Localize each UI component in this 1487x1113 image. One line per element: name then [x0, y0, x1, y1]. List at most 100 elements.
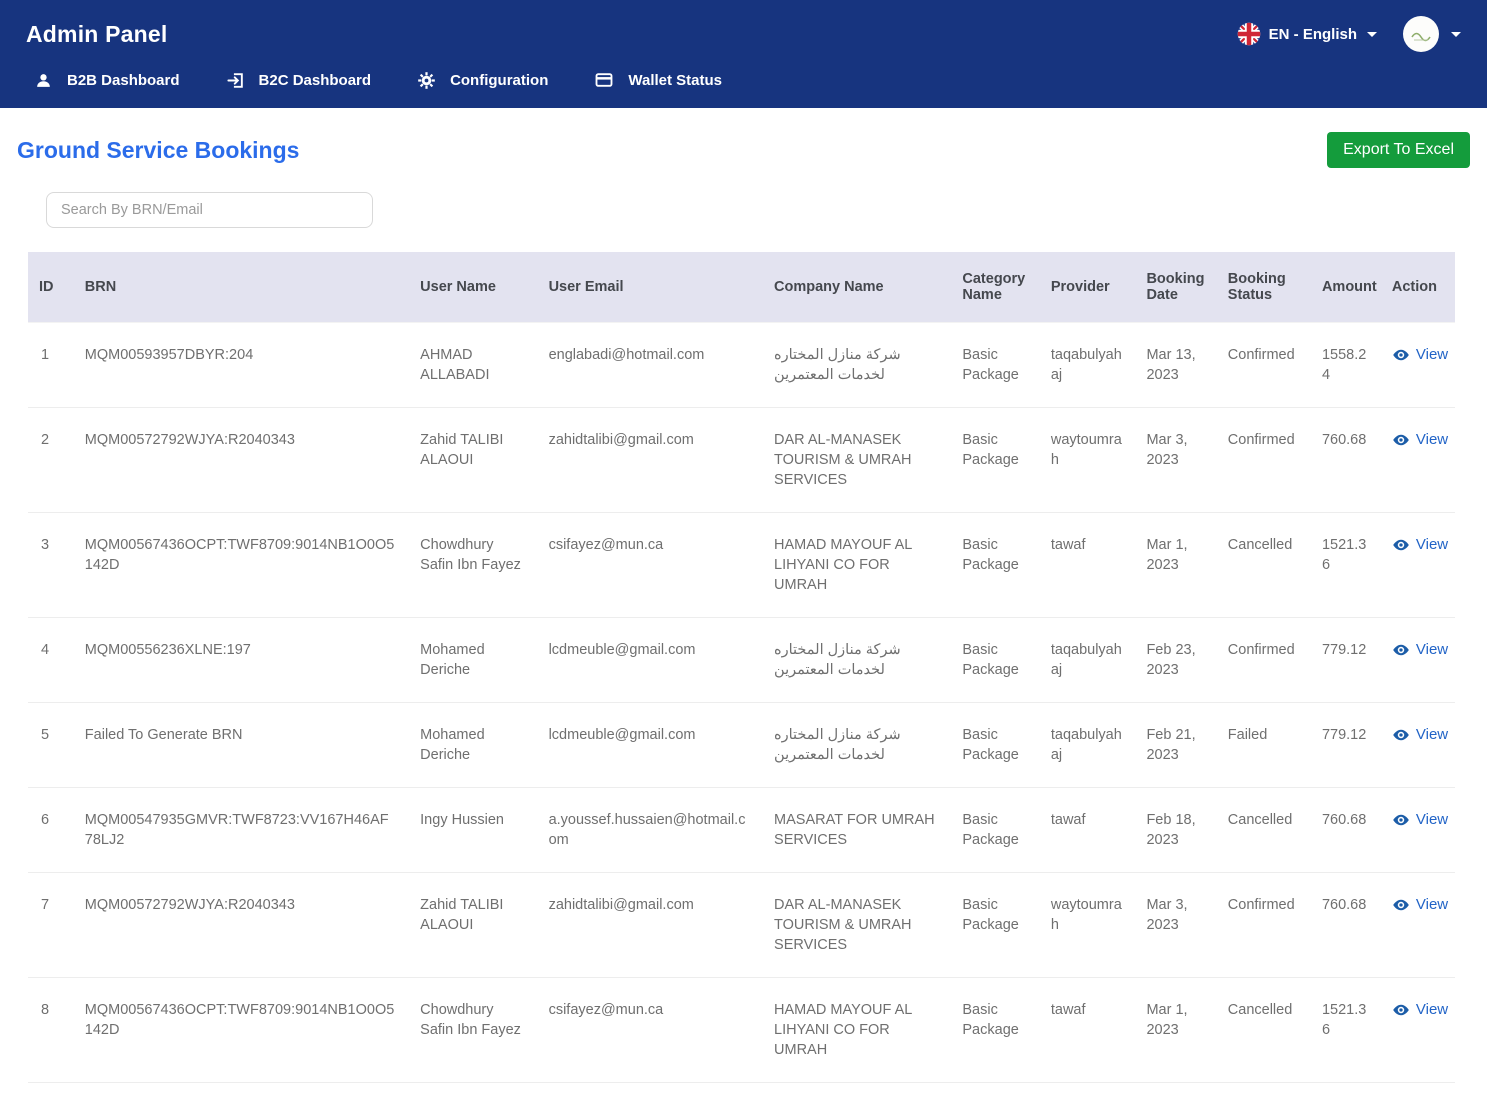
- column-header-category_name: Category Name: [948, 252, 1036, 322]
- column-header-booking_date: Booking Date: [1132, 252, 1213, 322]
- nav-item-b2c-dashboard[interactable]: B2C Dashboard: [226, 71, 372, 90]
- cell-provider: tawaf: [1037, 787, 1133, 872]
- cell-company_name: شركة منازل المختاره لخدمات المعتمرين: [760, 617, 948, 702]
- cell-brn: Failed To Generate BRN: [71, 702, 406, 787]
- cell-amount: 760.68: [1308, 872, 1378, 977]
- export-to-excel-button[interactable]: Export To Excel: [1327, 132, 1470, 168]
- view-button[interactable]: View: [1392, 535, 1448, 556]
- column-header-brn: BRN: [71, 252, 406, 322]
- table-row: 2MQM00572792WJYA:R2040343Zahid TALIBI AL…: [28, 407, 1455, 512]
- cell-brn: MQM00572792WJYA:R2040343: [71, 872, 406, 977]
- nav-item-configuration[interactable]: Configuration: [417, 71, 548, 90]
- table-row: 5Failed To Generate BRNMohamed Derichelc…: [28, 702, 1455, 787]
- view-label: View: [1416, 895, 1448, 916]
- cell-booking_status: Cancelled: [1214, 512, 1308, 617]
- gear-icon: [417, 71, 436, 90]
- cell-id: 7: [28, 872, 71, 977]
- view-button[interactable]: View: [1392, 345, 1448, 366]
- cell-provider: waytoumrah: [1037, 407, 1133, 512]
- cell-user_email: lcdmeuble@gmail.com: [535, 702, 760, 787]
- cell-brn: MQM00572792WJYA:R2040343: [71, 407, 406, 512]
- eye-icon: [1392, 536, 1410, 554]
- nav-label: Configuration: [450, 72, 548, 89]
- column-header-id: ID: [28, 252, 71, 322]
- cell-id: 8: [28, 977, 71, 1082]
- cell-action: View: [1378, 872, 1455, 977]
- view-button[interactable]: View: [1392, 1000, 1448, 1021]
- person-icon: [34, 71, 53, 90]
- cell-provider: waytoumrah: [1037, 872, 1133, 977]
- cell-action: View: [1378, 512, 1455, 617]
- cell-company_name: شركة منازل المختاره لخدمات المعتمرين: [760, 322, 948, 407]
- page-title: Ground Service Bookings: [17, 137, 299, 164]
- view-button[interactable]: View: [1392, 810, 1448, 831]
- view-label: View: [1416, 430, 1448, 451]
- nav-item-wallet-status[interactable]: Wallet Status: [594, 70, 722, 90]
- cell-booking_date: Mar 1, 2023: [1132, 977, 1213, 1082]
- view-button[interactable]: View: [1392, 895, 1448, 916]
- cell-user_name: Zahid TALIBI ALAOUI: [406, 407, 534, 512]
- cell-company_name: HAMAD MAYOUF AL LIHYANI CO FOR UMRAH: [760, 977, 948, 1082]
- column-header-provider: Provider: [1037, 252, 1133, 322]
- cell-id: 5: [28, 702, 71, 787]
- cell-user_email: lcdmeuble@gmail.com: [535, 617, 760, 702]
- cell-id: 6: [28, 787, 71, 872]
- view-button[interactable]: View: [1392, 725, 1448, 746]
- cell-user_email: csifayez@mun.ca: [535, 512, 760, 617]
- cell-booking_status: Confirmed: [1214, 617, 1308, 702]
- table-row: 6MQM00547935GMVR:TWF8723:VV167H46AF78LJ2…: [28, 787, 1455, 872]
- cell-action: View: [1378, 977, 1455, 1082]
- cell-booking_date: Feb 21, 2023: [1132, 702, 1213, 787]
- column-header-action: Action: [1378, 252, 1455, 322]
- nav-label: B2C Dashboard: [259, 72, 372, 89]
- cell-action: View: [1378, 702, 1455, 787]
- cell-category_name: Basic Package: [948, 512, 1036, 617]
- user-menu[interactable]: [1403, 16, 1461, 52]
- cell-user_name: Mohamed Deriche: [406, 617, 534, 702]
- cell-company_name: HAMAD MAYOUF AL LIHYANI CO FOR UMRAH: [760, 512, 948, 617]
- cell-company_name: DAR AL-MANASEK TOURISM & UMRAH SERVICES: [760, 872, 948, 977]
- nav-label: B2B Dashboard: [67, 72, 180, 89]
- table-header-row: IDBRNUser NameUser EmailCompany NameCate…: [28, 252, 1455, 322]
- cell-provider: tawaf: [1037, 512, 1133, 617]
- view-button[interactable]: View: [1392, 640, 1448, 661]
- cell-amount: 779.12: [1308, 617, 1378, 702]
- cell-booking_date: Mar 13, 2023: [1132, 322, 1213, 407]
- cell-amount: 760.68: [1308, 407, 1378, 512]
- view-label: View: [1416, 810, 1448, 831]
- app-title: Admin Panel: [26, 21, 168, 48]
- cell-company_name: شركة منازل المختاره لخدمات المعتمرين: [760, 702, 948, 787]
- cell-brn: MQM00547935GMVR:TWF8723:VV167H46AF78LJ2: [71, 787, 406, 872]
- cell-booking_date: Feb 23, 2023: [1132, 617, 1213, 702]
- cell-booking_date: Mar 3, 2023: [1132, 872, 1213, 977]
- cell-amount: 1521.36: [1308, 977, 1378, 1082]
- language-selector[interactable]: EN - English: [1237, 22, 1377, 46]
- view-button[interactable]: View: [1392, 430, 1448, 451]
- cell-amount: 779.12: [1308, 702, 1378, 787]
- eye-icon: [1392, 726, 1410, 744]
- avatar: [1403, 16, 1439, 52]
- language-label: EN - English: [1269, 26, 1357, 43]
- cell-booking_status: Confirmed: [1214, 322, 1308, 407]
- cell-action: View: [1378, 322, 1455, 407]
- cell-booking_status: Confirmed: [1214, 872, 1308, 977]
- search-input[interactable]: [46, 192, 373, 228]
- cell-amount: 1521.36: [1308, 512, 1378, 617]
- cell-user_email: englabadi@hotmail.com: [535, 322, 760, 407]
- view-label: View: [1416, 345, 1448, 366]
- main-nav: B2B Dashboard B2C Dashboard: [0, 54, 1487, 108]
- cell-booking_date: Mar 3, 2023: [1132, 407, 1213, 512]
- cell-user_name: Zahid TALIBI ALAOUI: [406, 872, 534, 977]
- table-row: 3MQM00567436OCPT:TWF8709:9014NB1O0O5142D…: [28, 512, 1455, 617]
- cell-category_name: Basic Package: [948, 872, 1036, 977]
- cell-action: View: [1378, 787, 1455, 872]
- cell-provider: tawaf: [1037, 977, 1133, 1082]
- cell-provider: taqabulyahaj: [1037, 322, 1133, 407]
- cell-provider: taqabulyahaj: [1037, 617, 1133, 702]
- nav-item-b2b-dashboard[interactable]: B2B Dashboard: [34, 71, 180, 90]
- table-row: 4MQM00556236XLNE:197Mohamed Derichelcdme…: [28, 617, 1455, 702]
- cell-action: View: [1378, 617, 1455, 702]
- column-header-amount: Amount: [1308, 252, 1378, 322]
- cell-brn: MQM00556236XLNE:197: [71, 617, 406, 702]
- cell-booking_date: Mar 1, 2023: [1132, 512, 1213, 617]
